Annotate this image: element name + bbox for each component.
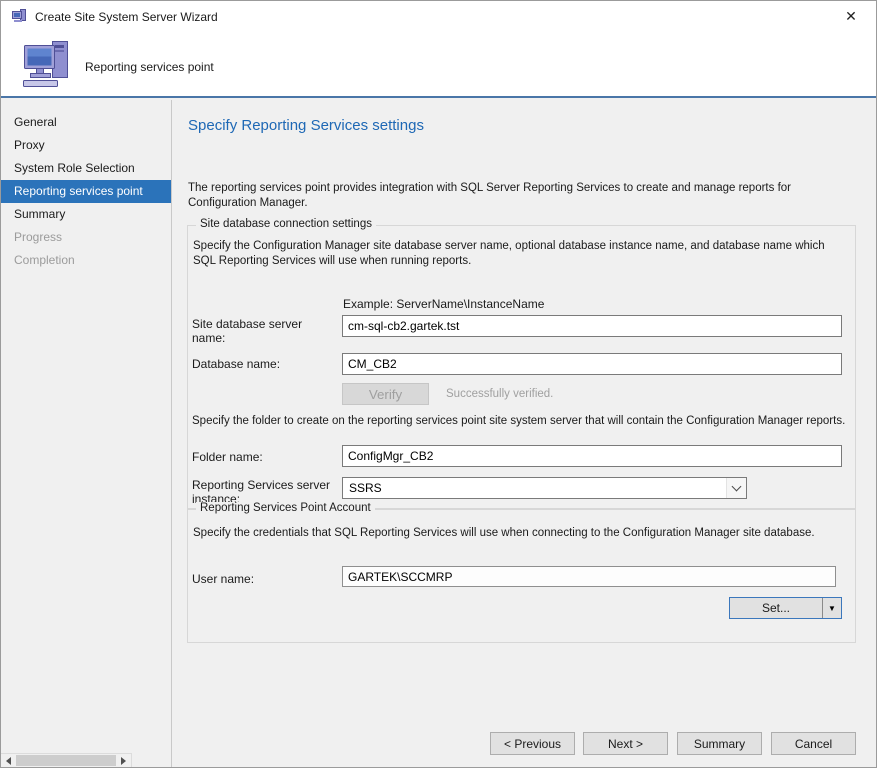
set-account-button-label: Set... — [730, 598, 822, 618]
window-title: Create Site System Server Wizard — [35, 10, 218, 24]
sidebar-horizontal-scrollbar[interactable] — [1, 753, 132, 768]
sidebar-item-progress[interactable]: Progress — [1, 226, 171, 249]
set-account-dropdown-icon[interactable]: ▼ — [822, 598, 841, 618]
server-name-input[interactable] — [342, 315, 842, 337]
close-button[interactable]: ✕ — [836, 6, 866, 27]
verify-status-text: Successfully verified. — [446, 388, 553, 400]
site-database-group: Site database connection settings Specif… — [187, 225, 856, 509]
account-group-title: Reporting Services Point Account — [196, 502, 375, 514]
wizard-window: Create Site System Server Wizard ✕ Repor… — [0, 0, 877, 768]
titlebar: Create Site System Server Wizard ✕ — [1, 1, 876, 32]
account-group: Reporting Services Point Account Specify… — [187, 509, 856, 643]
page-title: Specify Reporting Services settings — [188, 117, 424, 134]
sidebar-item-system-role-selection[interactable]: System Role Selection — [1, 157, 171, 180]
sidebar-item-general[interactable]: General — [1, 111, 171, 134]
sidebar-separator — [171, 100, 172, 768]
site-database-group-title: Site database connection settings — [196, 218, 376, 230]
scroll-right-icon[interactable] — [116, 754, 131, 767]
sidebar-item-proxy[interactable]: Proxy — [1, 134, 171, 157]
previous-button[interactable]: < Previous — [490, 732, 575, 755]
user-name-label: User name: — [192, 572, 254, 586]
cancel-button[interactable]: Cancel — [771, 732, 856, 755]
summary-button[interactable]: Summary — [677, 732, 762, 755]
page-intro: The reporting services point provides in… — [188, 181, 856, 211]
sidebar-item-summary[interactable]: Summary — [1, 203, 171, 226]
computer-icon — [21, 38, 75, 95]
database-name-input[interactable] — [342, 353, 842, 375]
wizard-window-icon — [11, 8, 27, 24]
wizard-page-subtitle: Reporting services point — [85, 60, 214, 74]
sidebar-item-reporting-services-point[interactable]: Reporting services point — [1, 180, 171, 203]
server-name-label: Site database server name: — [192, 317, 334, 345]
next-button[interactable]: Next > — [583, 732, 668, 755]
user-name-input[interactable] — [342, 566, 836, 587]
reporting-instance-value: SSRS — [343, 481, 726, 495]
scrollbar-thumb[interactable] — [16, 755, 116, 766]
folder-name-label: Folder name: — [192, 450, 263, 464]
account-description: Specify the credentials that SQL Reporti… — [193, 526, 848, 541]
server-name-example: Example: ServerName\InstanceName — [343, 297, 544, 311]
verify-button[interactable]: Verify — [342, 383, 429, 405]
database-name-label: Database name: — [192, 357, 280, 371]
reporting-instance-dropdown[interactable]: SSRS — [342, 477, 747, 499]
site-database-description: Specify the Configuration Manager site d… — [193, 239, 848, 269]
sidebar-item-completion[interactable]: Completion — [1, 249, 171, 272]
set-account-button[interactable]: Set... ▼ — [729, 597, 842, 619]
folder-description: Specify the folder to create on the repo… — [192, 414, 852, 429]
chevron-down-icon — [726, 478, 746, 498]
wizard-header: Reporting services point — [1, 32, 876, 98]
folder-name-input[interactable] — [342, 445, 842, 467]
scroll-left-icon[interactable] — [1, 754, 16, 767]
